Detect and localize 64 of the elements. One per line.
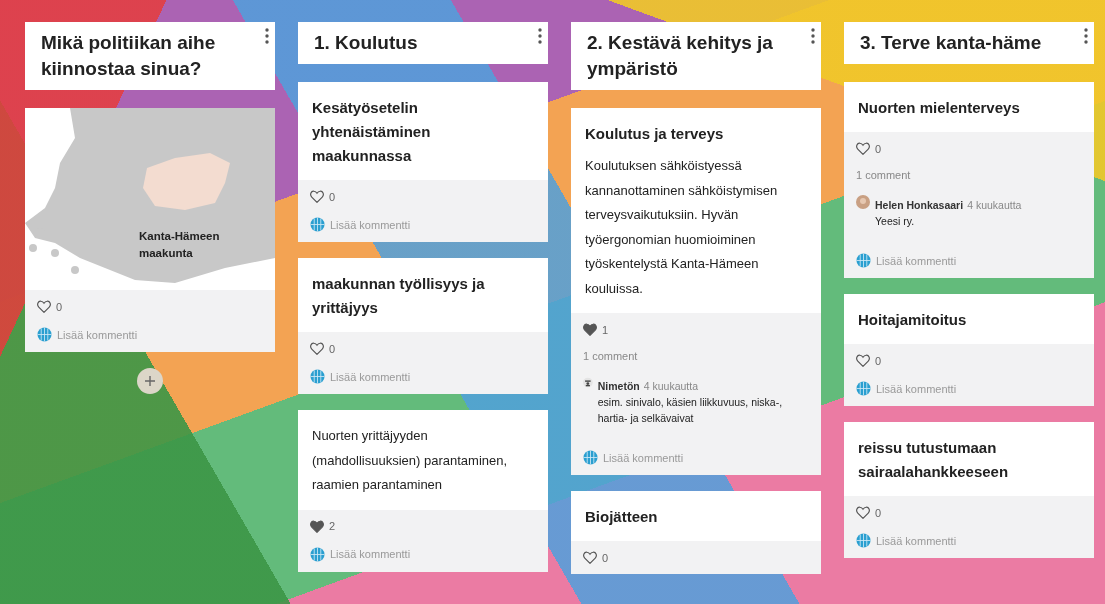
post-title: Hoitajamitoitus: [858, 310, 968, 330]
like-count: 0: [875, 506, 882, 519]
more-options-icon[interactable]: [538, 28, 542, 44]
post-title: Nuorten mielenterveys: [858, 98, 1021, 118]
add-comment-link[interactable]: Lisää kommentti: [330, 218, 411, 231]
comment-count: 1 comment: [583, 350, 639, 362]
heart-icon[interactable]: [856, 354, 870, 367]
like-count: 0: [875, 354, 882, 367]
avatar-icon: [856, 195, 870, 209]
add-comment-link[interactable]: Lisää kommentti: [603, 451, 684, 464]
like-count: 1: [602, 323, 609, 336]
globe-icon: [856, 253, 871, 268]
comment-text: Yeesi ry.: [875, 214, 916, 229]
globe-icon: [310, 217, 325, 232]
add-comment-link[interactable]: Lisää kommentti: [876, 382, 957, 395]
globe-icon: [856, 533, 871, 548]
column-title: 1. Koulutus: [314, 31, 419, 55]
globe-icon: [310, 546, 325, 562]
post-text: Koulutuksen sähköistyessä kannanottaminen sähköistymisen terveysvaikutuksiin. Hyvän työergonomian huomioiminen työskentelystä Kanta-Hämeen kouluissa.: [585, 157, 779, 298]
like-count: 0: [875, 142, 882, 155]
plus-icon: [145, 376, 155, 386]
post-title: Biojätteen: [585, 507, 659, 527]
map-label: Kanta-Hämeen maakunta: [139, 229, 221, 261]
comment-time: 4 kuukautta: [643, 380, 698, 392]
add-comment-link[interactable]: Lisää kommentti: [330, 370, 411, 383]
heart-icon[interactable]: [310, 342, 324, 355]
column-title: Mikä politiikan aihe kiinnostaa sinua?: [41, 31, 217, 81]
add-comment-link[interactable]: Lisää kommentti: [330, 548, 411, 560]
heart-icon[interactable]: [583, 551, 597, 564]
post-title: reissu tutustumaan sairaalahankkeeseen: [858, 438, 1010, 482]
globe-icon: [856, 381, 871, 396]
globe-icon: [310, 369, 325, 384]
column-title: 3. Terve kanta-häme: [860, 31, 1043, 55]
more-options-icon[interactable]: [265, 28, 269, 44]
comment-time: 4 kuukautta: [967, 199, 1022, 211]
like-count: 0: [329, 342, 336, 355]
more-options-icon[interactable]: [1084, 28, 1088, 44]
heart-icon[interactable]: [583, 323, 597, 336]
globe-icon: [37, 327, 52, 342]
heart-icon[interactable]: [310, 519, 324, 533]
post-title: Koulutus ja terveys: [585, 124, 725, 144]
heart-icon[interactable]: [37, 300, 51, 313]
heart-icon[interactable]: [856, 506, 870, 519]
add-comment-link[interactable]: Lisää kommentti: [57, 328, 138, 341]
like-count: 2: [329, 520, 336, 532]
like-count: 0: [602, 551, 609, 564]
like-count: 0: [56, 300, 63, 313]
comment-text: esim. sinivalo, käsien liikkuvuus, niska-, hartia- ja selkävaivat: [597, 395, 784, 426]
more-options-icon[interactable]: [811, 28, 815, 44]
column-title: 2. Kestävä kehitys ja ympäristö: [587, 31, 774, 81]
comment-author: Nimetön: [597, 380, 640, 392]
like-count: 0: [329, 190, 336, 203]
anonymous-avatar-icon: [583, 376, 593, 389]
post-title: maakunnan työllisyys ja yrittäjyys: [312, 274, 486, 318]
globe-icon: [583, 450, 598, 465]
add-comment-link[interactable]: Lisää kommentti: [876, 534, 957, 547]
comment-author: Helen Honkasaari: [875, 199, 964, 211]
heart-icon[interactable]: [310, 190, 324, 203]
comment-count: 1 comment: [856, 169, 912, 181]
add-post-button[interactable]: [137, 368, 163, 394]
heart-icon[interactable]: [856, 142, 870, 155]
add-comment-link[interactable]: Lisää kommentti: [876, 254, 957, 267]
post-text: Nuorten yrittäjyyden (mahdollisuuksien) parantaminen, raamien parantaminen: [312, 427, 508, 494]
post-title: Kesätyösetelin yhtenäistäminen maakunnassa: [312, 98, 432, 166]
